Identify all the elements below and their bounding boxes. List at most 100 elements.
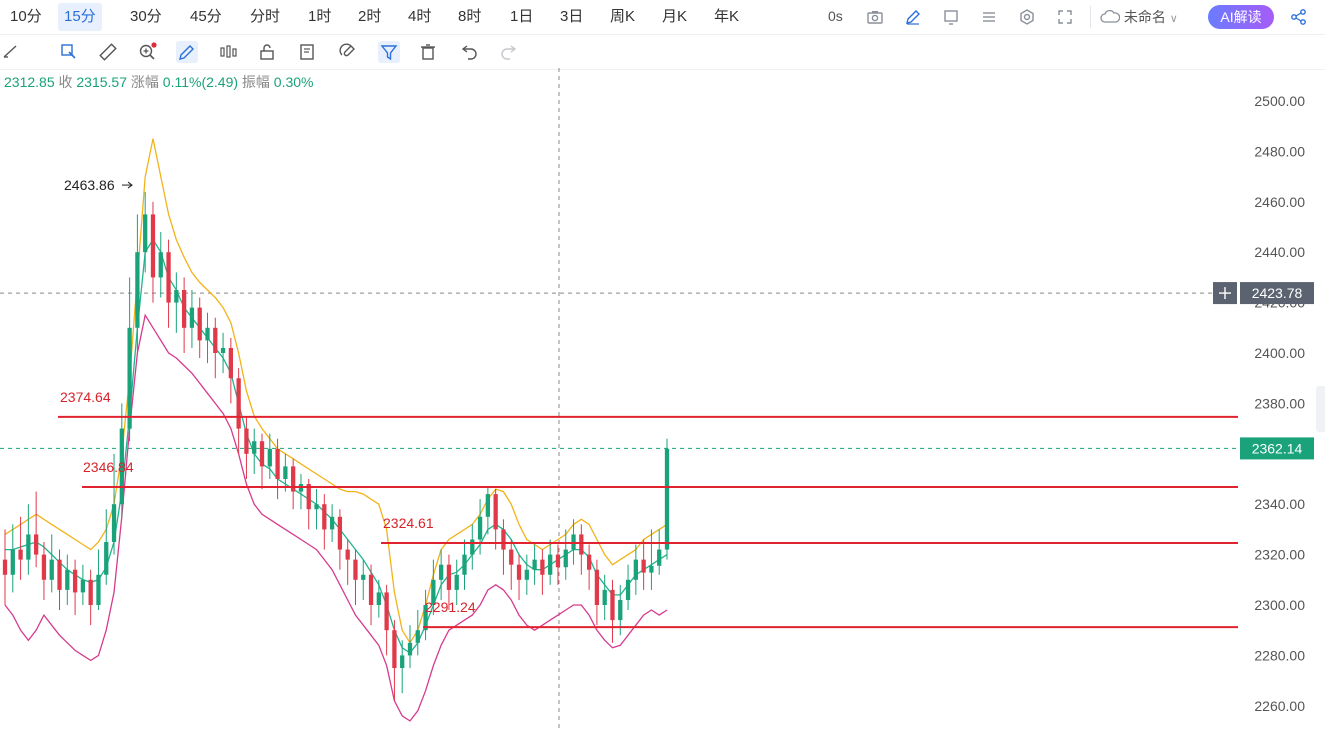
drawing-toolbar xyxy=(0,35,1325,70)
trash-icon[interactable] xyxy=(417,41,439,63)
y-tick-label: 2480.00 xyxy=(1254,143,1305,159)
candle xyxy=(236,368,241,454)
candle xyxy=(361,559,366,600)
max-price-label: 2463.86 xyxy=(64,177,115,193)
period-tab[interactable]: 年K xyxy=(714,7,739,27)
price-chart[interactable]: 2374.64 2346.84 2324.61 2291.24 2463.86 2500… xyxy=(0,68,1325,729)
candle-type-icon[interactable] xyxy=(217,41,239,63)
candle xyxy=(462,539,467,590)
period-tab[interactable]: 2时 xyxy=(358,7,381,27)
settings-icon[interactable] xyxy=(1018,8,1036,26)
period-tab[interactable]: 8时 xyxy=(458,7,481,27)
candle xyxy=(96,549,101,611)
candle xyxy=(34,491,39,568)
period-tab[interactable]: 1日 xyxy=(510,7,533,27)
filter-icon[interactable] xyxy=(378,41,400,63)
y-tick-label: 2380.00 xyxy=(1254,395,1305,411)
candle xyxy=(485,486,491,535)
magnet-icon[interactable] xyxy=(337,41,359,63)
period-tab[interactable]: 15分 xyxy=(58,3,102,31)
candle xyxy=(104,509,109,585)
ma-magenta-line xyxy=(4,313,668,722)
period-tab[interactable]: 30分 xyxy=(130,7,162,27)
candle xyxy=(641,539,646,590)
level-label: 2346.84 xyxy=(83,459,134,475)
candle xyxy=(657,529,662,575)
level-label: 2291.24 xyxy=(425,599,476,615)
lock-icon[interactable] xyxy=(256,41,278,63)
candle xyxy=(649,529,654,590)
candle xyxy=(220,332,226,374)
draw-pen-icon[interactable] xyxy=(176,41,198,63)
candle xyxy=(205,312,210,364)
candle xyxy=(415,610,420,656)
countdown-label: 0s xyxy=(828,8,843,24)
list-icon[interactable] xyxy=(980,8,998,26)
candle xyxy=(291,458,296,510)
layout-selector[interactable]: 未命名 ∨ xyxy=(1100,7,1178,27)
candle xyxy=(283,453,288,492)
candle xyxy=(516,554,522,600)
candle xyxy=(524,554,529,595)
candle xyxy=(384,584,389,656)
candle xyxy=(407,625,413,668)
fullscreen-icon[interactable] xyxy=(1056,8,1074,26)
y-tick-label: 2320.00 xyxy=(1254,547,1305,563)
candle xyxy=(18,516,23,580)
camera-icon[interactable] xyxy=(866,8,884,26)
layout-name: 未命名 xyxy=(1123,9,1166,25)
chevron-down-icon: ∨ xyxy=(1169,13,1178,25)
period-tab[interactable]: 月K xyxy=(662,7,687,27)
candle xyxy=(57,549,62,611)
y-tick-label: 2460.00 xyxy=(1254,194,1305,210)
y-tick-label: 2500.00 xyxy=(1254,93,1305,109)
period-tab[interactable]: 1时 xyxy=(308,7,331,27)
candle xyxy=(493,489,498,550)
candle xyxy=(314,489,319,530)
current-price-label: 2362.14 xyxy=(1252,440,1303,456)
candle xyxy=(376,579,381,618)
candle xyxy=(353,549,358,605)
zoom-in-icon[interactable] xyxy=(137,41,159,63)
close-label: 收 xyxy=(58,74,73,90)
redo-icon[interactable] xyxy=(498,41,520,63)
period-tab[interactable]: 周K xyxy=(610,7,635,27)
candle xyxy=(298,473,304,510)
candle xyxy=(88,569,93,626)
period-tab[interactable]: 10分 xyxy=(10,7,42,27)
open-value: 2312.85 xyxy=(4,74,55,90)
level-label: 2374.64 xyxy=(60,389,111,405)
candle xyxy=(563,529,568,580)
candle xyxy=(197,297,202,359)
ruler-icon[interactable] xyxy=(97,41,119,63)
period-tab[interactable]: 3日 xyxy=(560,7,583,27)
candle xyxy=(252,428,257,474)
candle xyxy=(345,539,350,585)
undo-icon[interactable] xyxy=(458,41,480,63)
y-tick-label: 2340.00 xyxy=(1254,496,1305,512)
ma-teal-line xyxy=(5,238,668,654)
period-tab[interactable]: 45分 xyxy=(190,7,222,27)
edit-list-icon[interactable] xyxy=(297,41,319,63)
candle xyxy=(26,504,31,575)
period-tab[interactable]: 分时 xyxy=(250,7,280,27)
period-tab[interactable]: 4时 xyxy=(408,7,431,27)
share-icon[interactable] xyxy=(1290,8,1308,26)
ohlc-info: 2312.85 收 2315.57 涨幅 0.11%(2.49) 振幅 0.30… xyxy=(4,72,314,92)
pointer-icon[interactable] xyxy=(58,41,80,63)
y-tick-label: 2260.00 xyxy=(1254,698,1305,714)
candle xyxy=(438,549,444,600)
screen-icon[interactable] xyxy=(942,8,960,26)
candle xyxy=(72,559,78,616)
pen-icon[interactable] xyxy=(904,8,922,26)
candle xyxy=(540,549,545,595)
candle xyxy=(213,317,218,379)
candle xyxy=(322,494,327,550)
cursor-icon[interactable] xyxy=(0,41,22,63)
candle xyxy=(2,529,8,605)
side-panel-handle[interactable] xyxy=(1316,386,1325,432)
amplitude-label: 振幅 xyxy=(241,74,270,90)
candle xyxy=(189,290,195,348)
ai-analysis-button[interactable]: AI解读 xyxy=(1208,5,1274,29)
candle xyxy=(174,272,179,333)
